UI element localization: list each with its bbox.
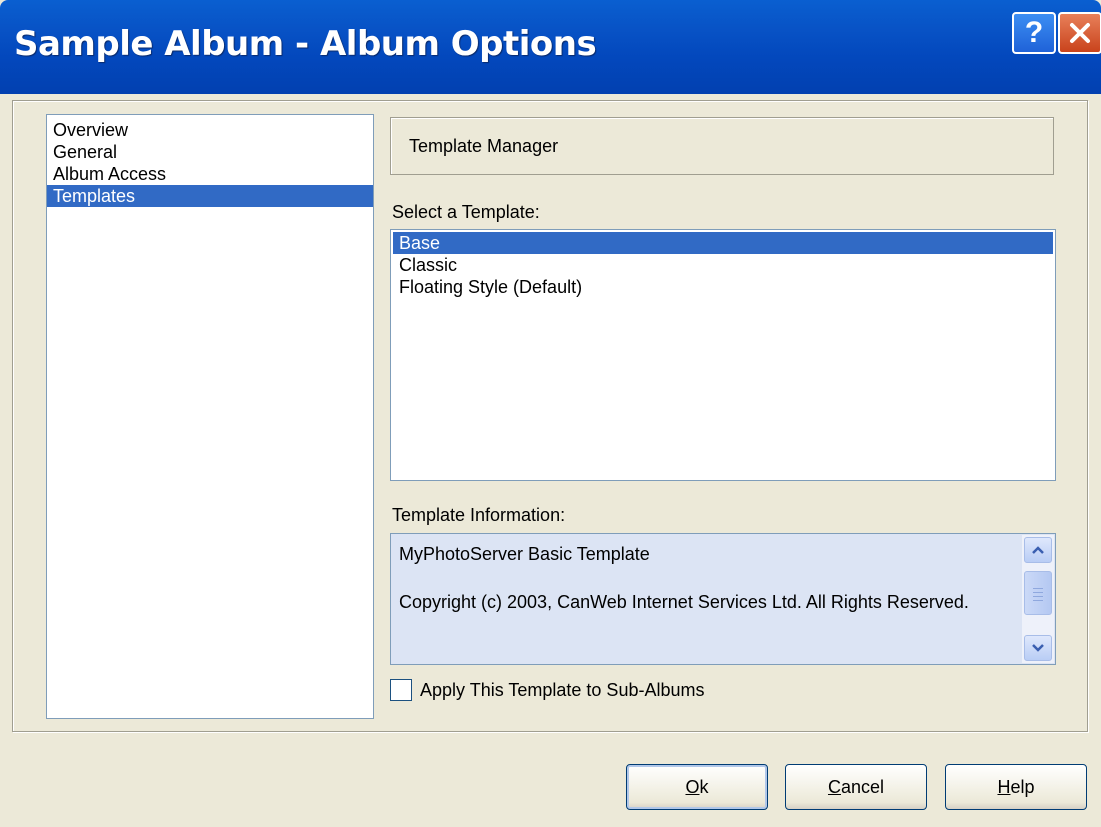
cancel-mnemonic: C [827,776,841,797]
template-info-line: MyPhotoServer Basic Template [399,544,650,564]
scroll-down-button[interactable] [1024,635,1052,661]
chevron-down-icon [1032,644,1044,652]
info-scrollbar[interactable] [1022,535,1054,663]
ok-mnemonic: O [685,776,700,797]
category-item-album-access[interactable]: Album Access [47,163,373,185]
category-item-templates[interactable]: Templates [47,185,373,207]
select-template-label: Select a Template: [392,202,540,222]
template-info-line: Copyright (c) 2003, CanWeb Internet Serv… [399,592,969,612]
template-item-floating-style[interactable]: Floating Style (Default) [393,276,1053,298]
template-info-label: Template Information: [392,505,566,525]
template-info-text: MyPhotoServer Basic Template Copyright (… [399,542,1009,614]
category-item-overview[interactable]: Overview [47,119,373,141]
cancel-label-rest: ancel [840,776,885,797]
template-item-classic[interactable]: Classic [393,254,1053,276]
category-list[interactable]: Overview General Album Access Templates [46,114,374,719]
apply-sub-albums-checkbox[interactable] [390,679,412,701]
apply-sub-albums-row[interactable]: Apply This Template to Sub-Albums [390,677,704,703]
close-button[interactable] [1058,12,1101,54]
category-item-general[interactable]: General [47,141,373,163]
help-label-rest: elp [1010,776,1035,797]
ok-label-rest: k [699,776,709,797]
template-item-base[interactable]: Base [393,232,1053,254]
help-mnemonic: H [997,776,1011,797]
ok-button[interactable]: Ok [626,764,768,810]
chevron-up-icon [1032,546,1044,554]
window-title: Sample Album - Album Options [14,24,597,64]
panel-header-title: Template Manager [409,136,559,156]
close-icon [1070,23,1090,43]
help-button[interactable]: Help [945,764,1087,810]
question-mark-icon: ? [1024,16,1044,49]
template-list[interactable]: Base Classic Floating Style (Default) [390,229,1056,481]
scroll-thumb[interactable] [1024,571,1052,615]
template-info-box[interactable]: MyPhotoServer Basic Template Copyright (… [390,533,1056,665]
panel-header-box: Template Manager [390,117,1054,175]
apply-sub-albums-label[interactable]: Apply This Template to Sub-Albums [420,680,704,701]
title-help-button[interactable]: ? [1012,12,1056,54]
scroll-up-button[interactable] [1024,537,1052,563]
title-bar[interactable]: Sample Album - Album Options ? [0,0,1101,94]
cancel-button[interactable]: Cancel [785,764,927,810]
